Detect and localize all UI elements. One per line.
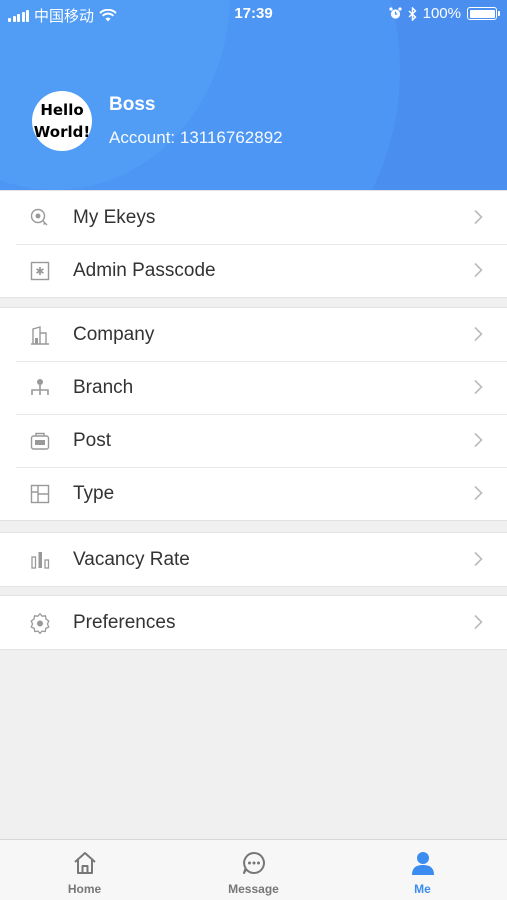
- user-name: Boss: [109, 94, 156, 115]
- menu-item-my-ekeys[interactable]: My Ekeys: [0, 191, 507, 244]
- status-bar: 中国移动 17:39 100%: [0, 0, 507, 28]
- profile-info[interactable]: Hello World! Boss Account: 13116762892: [32, 91, 283, 151]
- chevron-right-icon: [474, 262, 483, 278]
- account-number: Account: 13116762892: [109, 128, 283, 147]
- chevron-right-icon: [474, 614, 483, 630]
- message-icon: [242, 852, 265, 874]
- menu-item-label: Preferences: [73, 611, 176, 633]
- menu-group-settings: Preferences: [0, 595, 507, 650]
- org-icon: [28, 376, 52, 400]
- menu-item-label: Branch: [73, 376, 134, 398]
- person-icon: [411, 852, 434, 875]
- key-icon: [28, 206, 52, 230]
- menu-item-label: My Ekeys: [73, 206, 156, 228]
- tab-me[interactable]: Me: [338, 840, 507, 900]
- tab-bar: Home Message Me: [0, 839, 507, 900]
- menu-group-stats: Vacancy Rate: [0, 532, 507, 587]
- building-icon: [28, 323, 52, 347]
- chevron-right-icon: [474, 551, 483, 567]
- menu-item-label: Type: [73, 482, 115, 504]
- grid-icon: [28, 482, 52, 506]
- passcode-icon: ✱: [28, 259, 52, 283]
- gear-icon: [28, 611, 52, 635]
- bar-chart-icon: [28, 548, 52, 572]
- badge-icon: [28, 429, 52, 453]
- menu-item-company[interactable]: Company: [0, 308, 507, 361]
- menu-group-keys: My Ekeys ✱ Admin Passcode: [0, 190, 507, 298]
- svg-text:✱: ✱: [35, 265, 44, 278]
- menu-item-post[interactable]: Post: [0, 414, 507, 467]
- menu-item-label: Company: [73, 323, 155, 345]
- menu-item-branch[interactable]: Branch: [0, 361, 507, 414]
- menu-item-preferences[interactable]: Preferences: [0, 596, 507, 649]
- home-icon: [73, 852, 96, 874]
- chevron-right-icon: [474, 326, 483, 342]
- tab-home[interactable]: Home: [0, 840, 169, 900]
- tab-label: Message: [228, 882, 279, 896]
- battery-icon: [467, 7, 500, 20]
- menu-item-label: Post: [73, 429, 112, 451]
- alarm-icon: [389, 7, 402, 19]
- menu-item-vacancy-rate[interactable]: Vacancy Rate: [0, 533, 507, 586]
- menu-item-type[interactable]: Type: [0, 467, 507, 520]
- chevron-right-icon: [474, 379, 483, 395]
- tab-label: Home: [67, 882, 102, 896]
- avatar[interactable]: Hello World!: [32, 91, 92, 151]
- menu-group-organization: Company Branch Post Type: [0, 307, 507, 521]
- profile-header: 中国移动 17:39 100% Hello World! Boss Accoun…: [0, 0, 507, 190]
- tab-message[interactable]: Message: [169, 840, 338, 900]
- battery-percent: 100%: [422, 5, 461, 22]
- menu-item-admin-passcode[interactable]: ✱ Admin Passcode: [0, 244, 507, 297]
- avatar-text: World!: [33, 123, 91, 141]
- chevron-right-icon: [474, 209, 483, 225]
- avatar-text: Hello: [40, 101, 84, 119]
- menu-item-label: Admin Passcode: [73, 259, 216, 281]
- menu-item-label: Vacancy Rate: [73, 548, 190, 570]
- chevron-right-icon: [474, 485, 483, 501]
- chevron-right-icon: [474, 432, 483, 448]
- bluetooth-icon: [408, 6, 417, 21]
- tab-label: Me: [414, 882, 431, 896]
